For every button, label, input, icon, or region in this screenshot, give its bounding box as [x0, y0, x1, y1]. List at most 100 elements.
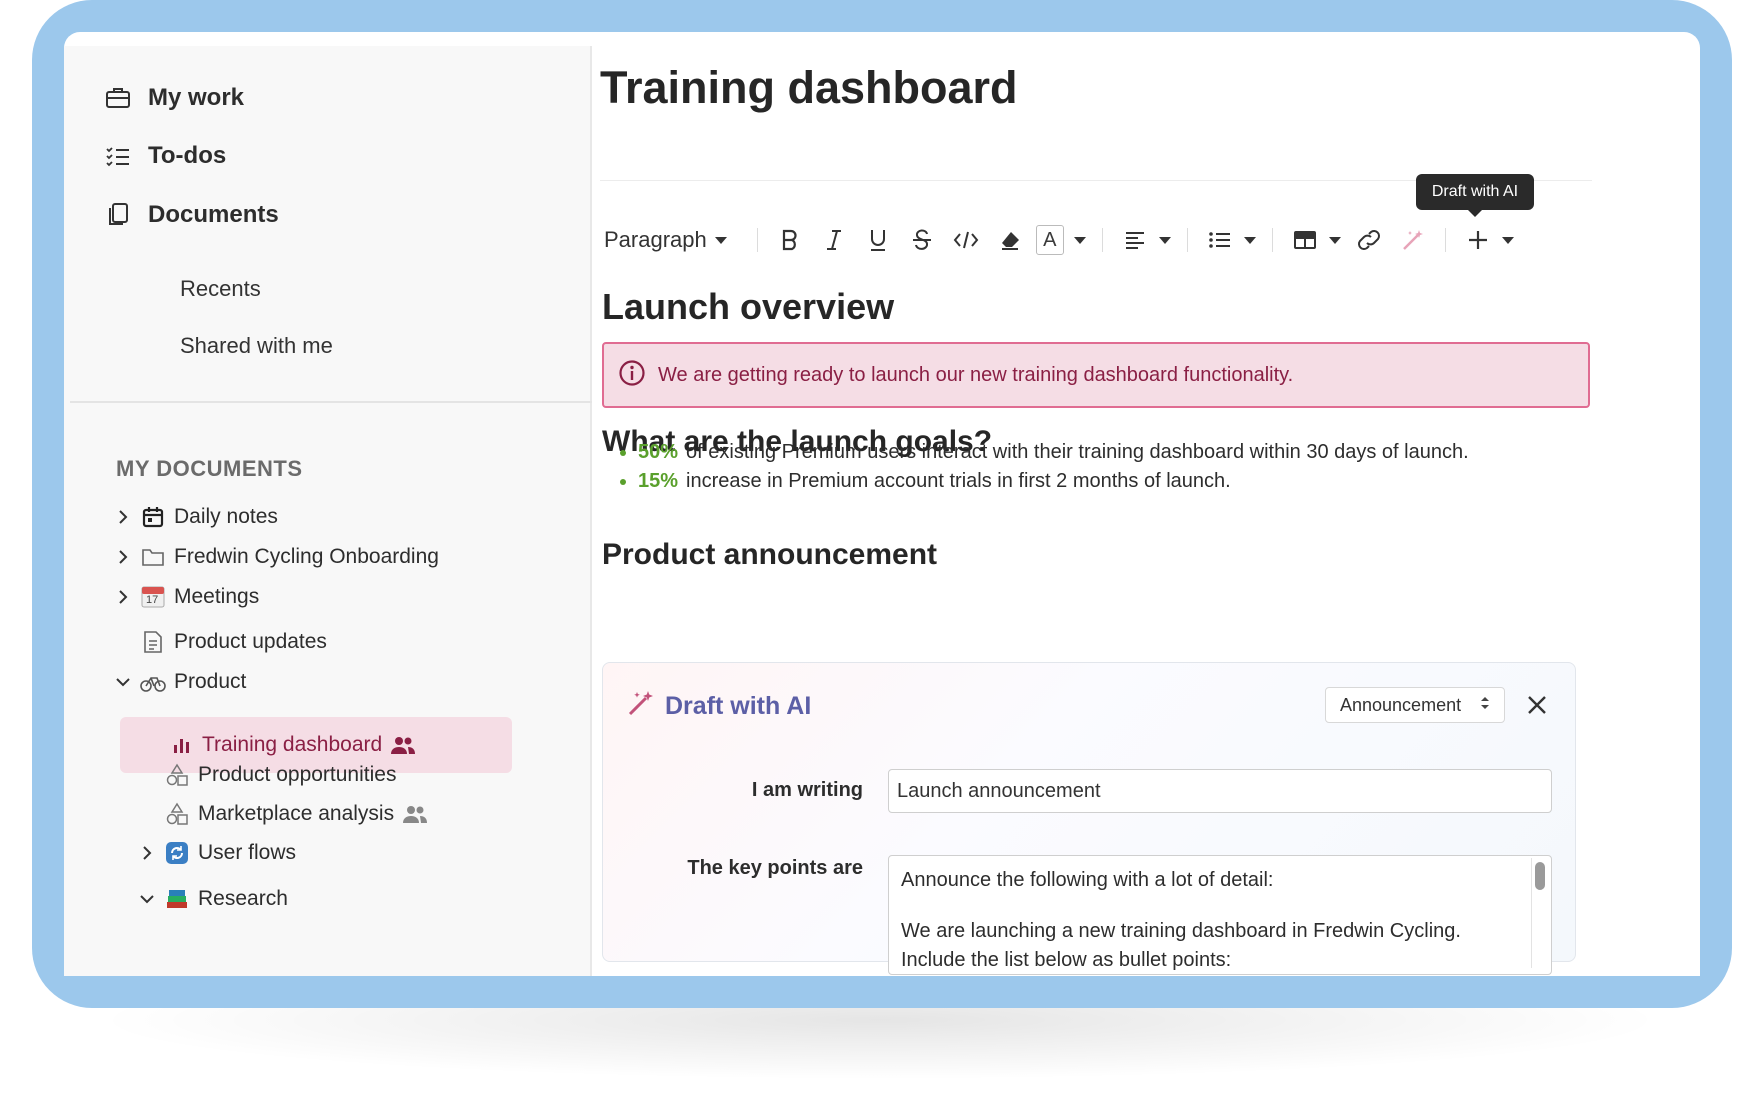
text-color-button[interactable]: A [1035, 225, 1064, 255]
caret-down-icon[interactable] [1158, 236, 1171, 244]
goal-percentage: 15% [638, 470, 679, 492]
code-icon[interactable] [948, 222, 984, 258]
caret-down-icon[interactable] [1243, 236, 1256, 244]
bullet-list-icon[interactable] [1202, 222, 1238, 258]
heading-product-announcement[interactable]: Product announcement [602, 538, 937, 572]
tree-label: User flows [198, 841, 297, 864]
books-icon [164, 886, 190, 912]
bullet-dot [620, 449, 626, 456]
toolbar-separator [1186, 228, 1188, 252]
nav-my-work[interactable]: My work [104, 84, 244, 112]
info-icon [618, 359, 646, 392]
tree-label: Product updates [174, 630, 327, 653]
nav-documents[interactable]: Documents [104, 201, 279, 229]
close-icon[interactable] [1519, 687, 1555, 723]
i-am-writing-input[interactable]: Launch announcement [888, 769, 1552, 813]
table-icon[interactable] [1287, 222, 1323, 258]
key-points-label: The key points are [687, 857, 863, 879]
caret-down-icon[interactable] [1501, 236, 1514, 244]
scrollbar-thumb[interactable] [1535, 862, 1545, 890]
ai-title-text: Draft with AI [665, 692, 812, 720]
key-points-textarea[interactable]: Announce the following with a lot of det… [888, 855, 1552, 975]
sidebar-divider [70, 401, 592, 403]
nav-todos[interactable]: To-dos [104, 142, 226, 170]
underline-icon[interactable] [860, 222, 896, 258]
nav-shared-with-me[interactable]: Shared with me [180, 333, 333, 359]
tree-item-product-updates[interactable]: Product updates [140, 629, 327, 655]
tree-item-daily-notes[interactable]: Daily notes [114, 504, 278, 530]
checklist-icon [104, 142, 132, 170]
announcement-type-select[interactable]: Announcement [1325, 687, 1505, 723]
tree-label: Product [174, 670, 247, 693]
tree-item-fredwin-cycling-onboarding[interactable]: Fredwin Cycling Onboarding [114, 544, 439, 570]
chevron-down-icon[interactable] [138, 890, 156, 908]
tree-item-marketplace-analysis[interactable]: Marketplace analysis [164, 801, 428, 827]
textarea-line: Announce the following with a lot of det… [901, 869, 1274, 891]
plus-icon[interactable] [1460, 222, 1496, 258]
caret-down-icon[interactable] [1073, 236, 1086, 244]
draft-with-ai-tooltip: Draft with AI [1416, 174, 1534, 217]
select-value: Announcement [1340, 694, 1462, 715]
tree-item-training-dashboard[interactable]: Training dashboard [168, 732, 416, 758]
toolbar-separator [756, 228, 758, 252]
bar-chart-icon [168, 732, 194, 758]
paragraph-style-dropdown[interactable]: Paragraph [604, 227, 733, 253]
folder-icon [140, 544, 166, 570]
toolbar-separator [1271, 228, 1273, 252]
textarea-line [901, 895, 1539, 917]
textarea-line: We are launching a new training dashboar… [901, 920, 1461, 942]
tree-label: Training dashboard [202, 733, 383, 756]
link-icon[interactable] [1351, 222, 1387, 258]
calendar-icon [140, 504, 166, 530]
refresh-icon [164, 840, 190, 866]
tree-label: Research [198, 887, 288, 910]
goals-list[interactable]: 50% of existing Premium users interact w… [620, 438, 1469, 496]
magic-wand-icon [627, 689, 655, 724]
shared-users-icon [390, 732, 416, 758]
tree-label: Fredwin Cycling Onboarding [174, 545, 439, 568]
bold-icon[interactable] [772, 222, 808, 258]
shapes-icon [164, 801, 190, 827]
tree-label: Marketplace analysis [198, 802, 395, 825]
app-window: My work To-dos Documents Recents Shared … [64, 32, 1700, 976]
strikethrough-icon[interactable] [904, 222, 940, 258]
callout-text: We are getting ready to launch our new t… [658, 363, 1294, 386]
briefcase-icon [104, 84, 132, 112]
chevron-right-icon[interactable] [138, 844, 156, 862]
page-title[interactable]: Training dashboard [600, 62, 1018, 114]
calendar-date-icon: 17 [140, 584, 166, 610]
magic-wand-icon[interactable] [1395, 222, 1431, 258]
toolbar-separator [1444, 228, 1446, 252]
heading-launch-overview[interactable]: Launch overview [602, 286, 894, 328]
nav-recents[interactable]: Recents [180, 276, 261, 302]
info-callout[interactable]: We are getting ready to launch our new t… [602, 342, 1590, 408]
italic-icon[interactable] [816, 222, 852, 258]
tree-item-product-opportunities[interactable]: Product opportunities [164, 762, 396, 788]
updown-caret-icon [1480, 695, 1490, 716]
chevron-down-icon[interactable] [114, 673, 132, 691]
chevron-right-icon[interactable] [114, 588, 132, 606]
sidebar: My work To-dos Documents Recents Shared … [64, 46, 592, 976]
textarea-line: Include the list below as bullet points: [901, 949, 1232, 971]
list-item: 15% increase in Premium account trials i… [620, 467, 1469, 496]
shared-users-icon [402, 801, 428, 827]
nav-label: Documents [148, 201, 279, 228]
eraser-icon[interactable] [992, 222, 1028, 258]
caret-down-icon[interactable] [1328, 236, 1341, 244]
tree-item-product[interactable]: Product [114, 669, 246, 695]
text-color-glyph: A [1043, 228, 1057, 251]
tree-item-user-flows[interactable]: User flows [138, 840, 296, 866]
editor-toolbar: Paragraph A [604, 222, 1520, 258]
align-left-icon[interactable] [1117, 222, 1153, 258]
document-icon [140, 629, 166, 655]
tree-item-research[interactable]: Research [138, 886, 288, 912]
draft-with-ai-panel: Draft with AI Announcement I am writing … [602, 662, 1576, 975]
chevron-right-icon[interactable] [114, 508, 132, 526]
chevron-right-icon[interactable] [114, 548, 132, 566]
bicycle-icon [140, 669, 166, 695]
tree-item-meetings[interactable]: 17 Meetings [114, 584, 259, 610]
tree-label: Daily notes [174, 505, 278, 528]
goal-percentage: 50% [638, 441, 679, 463]
nav-label: To-dos [148, 142, 227, 169]
ai-panel-title: Draft with AI [627, 689, 811, 724]
